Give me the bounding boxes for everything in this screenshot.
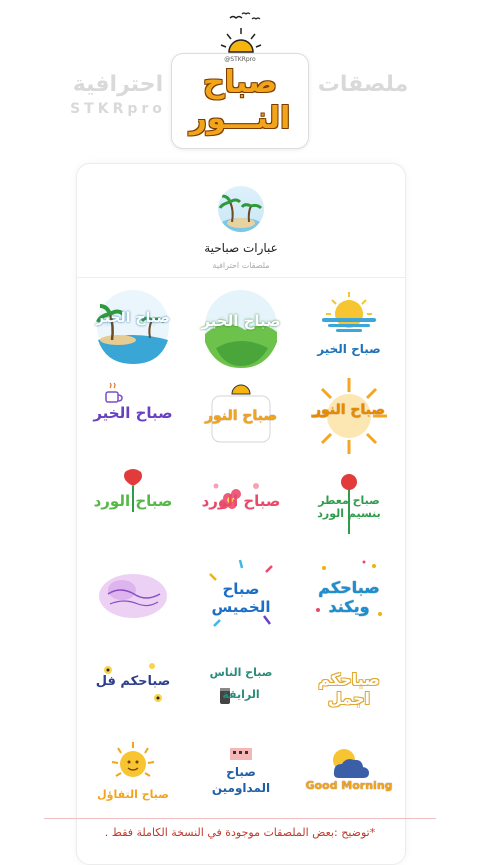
sticker-sabah-alkhair-coffee[interactable]: صباح الخير <box>88 374 178 458</box>
sticker-label: صباح الخير <box>95 310 171 326</box>
beach-palms-icon <box>96 290 169 364</box>
sticker-label: صباحكم ويكند <box>318 578 380 616</box>
sticker-sabah-alkhair-sun[interactable]: صباح الخير <box>304 284 394 368</box>
pack-title: عبارات صباحية <box>204 241 278 255</box>
sticker-sabah-alnas-alraiqa[interactable]: صباح الناس الرايقة <box>196 644 286 728</box>
sticker-sabah-alward-rose[interactable]: صباح الورد <box>88 464 178 548</box>
sticker-sabah-alkhair-beach[interactable]: صباح الخير <box>88 284 178 368</box>
sticker-label: صباح الخير <box>317 342 381 356</box>
brand-latin-name: STKRpro <box>70 101 166 117</box>
pack-header[interactable]: عبارات صباحية ملصقات احترافية <box>77 164 405 279</box>
sticker-label: صباحكم اجمل <box>318 670 380 708</box>
sticker-label: صباح معطر بنسيم الورد <box>317 494 381 520</box>
brand-text-left: احترافية STKRpro <box>68 72 168 117</box>
pack-subtitle: ملصقات احترافية <box>212 261 270 270</box>
sticker-sabahkom-fol[interactable]: صباحكم فل <box>88 644 178 728</box>
sticker-sabah-alnoor-sunburst[interactable]: صباح النور <box>304 374 394 458</box>
app-logo: @STKRpro صباح النـــور <box>171 53 309 149</box>
sticker-label: صباح المداومين <box>211 765 271 795</box>
sticker-sabah-alnoor-box[interactable]: صباح النور <box>196 374 286 458</box>
sticker-sabah-alkhair-hills[interactable]: صباح الخير <box>196 284 286 368</box>
footer-note: *توضيح :بعض الملصقات موجودة في النسخة ال… <box>104 826 376 839</box>
watercolor-splash-icon <box>99 574 167 618</box>
smiling-sun-icon <box>111 742 155 777</box>
divider <box>77 277 405 278</box>
sun-birds-icon <box>220 12 262 53</box>
brand-word-professional: احترافية <box>72 72 164 97</box>
sticker-label: صباح الورد <box>93 492 173 510</box>
logo-line-2: النـــور <box>189 101 291 136</box>
sticker-label: صباح النور <box>204 408 278 424</box>
sticker-good-morning[interactable]: Good Morning <box>304 734 394 818</box>
sticker-label: صباح التفاؤل <box>97 788 169 801</box>
palm-island-icon <box>218 194 263 232</box>
sticker-label: صباح الخير <box>201 312 281 330</box>
sticker-sabah-mo3attar[interactable]: صباح معطر بنسيم الورد <box>304 464 394 548</box>
sticker-label: صباحكم فل <box>95 674 171 689</box>
logo-line-1: صباح <box>202 65 278 100</box>
sticker-label: صباح الورد <box>201 492 281 510</box>
sticker-sabah-almudawimeen[interactable]: صباح المداومين <box>196 734 286 818</box>
sticker-label: صباح الناس الرايقة <box>209 666 273 701</box>
sticker-label: صباح الخميس <box>211 580 271 616</box>
brand-text-right: ملصقات <box>308 72 418 97</box>
sticker-sabah-altafaol[interactable]: صباح التفاؤل <box>88 734 178 818</box>
sticker-sabah-alward-flowers[interactable]: صباح الورد <box>196 464 286 548</box>
sticker-sabahkom-ajmal[interactable]: صباحكم اجمل <box>304 644 394 728</box>
footer-divider <box>44 818 436 819</box>
sticker-label: Good Morning <box>305 779 393 792</box>
pack-avatar <box>218 186 264 232</box>
sticker-sabah-alkhamees[interactable]: صباح الخميس <box>196 554 286 638</box>
brand-word-stickers: ملصقات <box>317 72 409 97</box>
sun-cloud-icon <box>333 749 369 778</box>
sticker-label: صباح النور <box>312 402 386 418</box>
sticker-pack-card: عبارات صباحية ملصقات احترافية صباح الخير <box>76 163 406 865</box>
logo-handle: @STKRpro <box>224 56 256 63</box>
sticker-sabahkom-wikkend[interactable]: صباحكم ويكند <box>304 554 394 638</box>
sticker-label: صباح الخير <box>93 404 173 422</box>
sticker-sabah-purple[interactable] <box>88 554 178 638</box>
